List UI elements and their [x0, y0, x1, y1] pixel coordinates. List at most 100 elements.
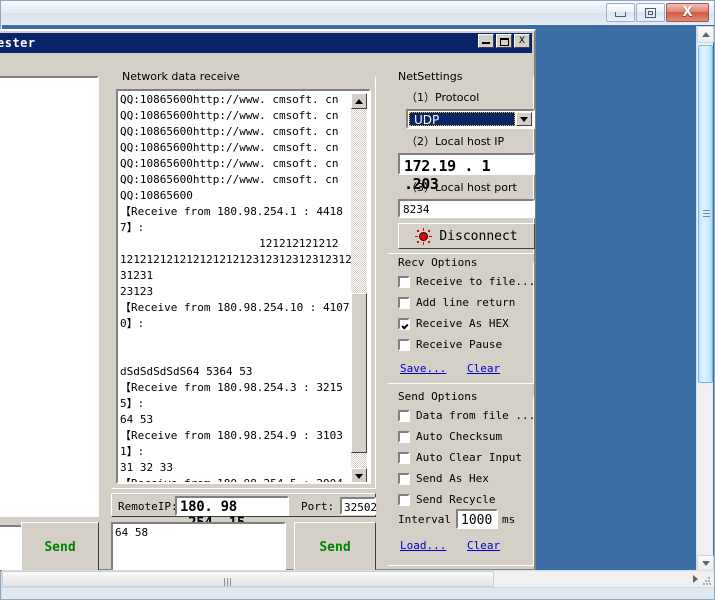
- recv-option-label: Receive to file...: [416, 275, 535, 288]
- recv-option-label: Add line return: [416, 296, 515, 309]
- minimize-icon: [615, 12, 626, 17]
- checkbox-icon[interactable]: [398, 276, 410, 288]
- local-host-ip-label: （2）Local host IP: [406, 133, 504, 149]
- checkbox-icon[interactable]: [398, 473, 410, 485]
- chevron-up-icon: [355, 99, 363, 104]
- disconnect-button-label: Disconnect: [439, 229, 517, 244]
- send-data-value: 64 58: [113, 524, 284, 539]
- send-option-send-as-hex[interactable]: Send As Hex: [398, 472, 489, 485]
- send-load-link[interactable]: Load...: [400, 539, 446, 552]
- scroll-grip-icon: [703, 210, 710, 218]
- recv-option-label: Receive As HEX: [416, 317, 509, 330]
- interval-value: 1000: [458, 511, 496, 528]
- recv-option-receive-as-hex[interactable]: Receive As HEX: [398, 317, 509, 330]
- recv-option-receive-pause[interactable]: Receive Pause: [398, 338, 502, 351]
- outer-minimize-button[interactable]: [606, 3, 635, 22]
- recv-save-link[interactable]: Save...: [400, 362, 446, 375]
- outer-window: X ester X d.: [0, 0, 715, 600]
- receive-textarea-content: QQ:10865600http://www. cmsoft. cn QQ:108…: [120, 92, 354, 484]
- send-options-group: Send Options Data from file ... Auto Che…: [387, 396, 534, 566]
- recv-options-group: Recv Options Receive to file... Add line…: [387, 262, 534, 384]
- close-icon: X: [519, 37, 525, 46]
- chevron-down-icon[interactable]: [516, 112, 532, 126]
- remote-address-bar: RemoteIP: 180. 98 .254. 15 Port: 32502: [111, 493, 376, 517]
- remote-port-value: 32502: [342, 499, 374, 514]
- app-maximize-button[interactable]: [496, 34, 512, 48]
- app-close-button[interactable]: X: [514, 34, 530, 48]
- local-host-port-value: 8234: [400, 201, 533, 216]
- protocol-selected-value: UDP: [409, 112, 515, 126]
- app-title: ester: [0, 36, 36, 50]
- outer-titlebar: X: [1, 1, 714, 26]
- chevron-down-icon: [702, 561, 710, 566]
- checkbox-icon[interactable]: [398, 297, 410, 309]
- app-window-controls: X: [478, 34, 530, 48]
- receive-scrollbar[interactable]: [351, 93, 367, 484]
- resize-grip-icon[interactable]: [703, 577, 711, 585]
- receive-scroll-down-button[interactable]: [351, 468, 367, 484]
- send-button-label: Send: [319, 540, 350, 555]
- outer-close-button[interactable]: X: [666, 3, 709, 22]
- checkbox-checked-icon[interactable]: [398, 318, 410, 330]
- protocol-label: （1）Protocol: [406, 89, 479, 105]
- remote-ip-label: RemoteIP:: [118, 500, 178, 513]
- outer-hscroll-thumb[interactable]: [2, 571, 494, 587]
- protocol-select[interactable]: UDP: [406, 109, 535, 129]
- app-minimize-button[interactable]: [478, 34, 494, 48]
- send-option-label: Send As Hex: [416, 472, 489, 485]
- outer-scroll-up-button[interactable]: [697, 26, 714, 43]
- checkbox-icon[interactable]: [398, 494, 410, 506]
- outer-window-controls: X: [606, 3, 709, 22]
- send-button[interactable]: Send: [294, 522, 376, 572]
- chevron-up-icon: [702, 32, 710, 37]
- maximize-icon: [645, 8, 656, 18]
- interval-input[interactable]: 1000: [456, 509, 498, 529]
- send-option-auto-clear-input[interactable]: Auto Clear Input: [398, 451, 522, 464]
- screen: X ester X d.: [0, 0, 715, 600]
- chevron-right-icon[interactable]: [693, 575, 698, 583]
- checkbox-icon[interactable]: [398, 452, 410, 464]
- interval-unit-label: ms: [502, 513, 515, 526]
- net-settings-title: NetSettings: [395, 70, 465, 83]
- recv-option-label: Receive Pause: [416, 338, 502, 351]
- connection-led-icon: [415, 228, 432, 245]
- send-clear-link[interactable]: Clear: [467, 539, 500, 552]
- local-host-port-label: （3）Local host port: [406, 179, 517, 195]
- net-settings-group: NetSettings （1）Protocol UDP （2）Local hos…: [387, 76, 534, 254]
- receive-scroll-thumb[interactable]: [351, 293, 367, 453]
- outer-horizontal-scrollbar[interactable]: [2, 570, 714, 587]
- outer-vertical-scrollbar[interactable]: [696, 26, 713, 572]
- remote-ip-input[interactable]: 180. 98 .254. 15: [175, 496, 289, 516]
- recv-clear-link[interactable]: Clear: [467, 362, 500, 375]
- remote-port-input[interactable]: 32502: [340, 497, 376, 515]
- scroll-grip-icon: [224, 576, 233, 584]
- receive-scroll-up-button[interactable]: [351, 93, 367, 109]
- local-host-port-input[interactable]: 8234: [398, 199, 535, 218]
- left-send-button[interactable]: Send: [21, 522, 99, 572]
- checkbox-icon[interactable]: [398, 410, 410, 422]
- checkbox-icon[interactable]: [398, 431, 410, 443]
- send-option-label: Data from file ...: [416, 409, 535, 422]
- outer-scroll-thumb[interactable]: [698, 45, 713, 383]
- receive-textarea[interactable]: QQ:10865600http://www. cmsoft. cn QQ:108…: [116, 89, 371, 484]
- network-data-receive-title: Network data receive: [119, 70, 243, 83]
- recv-option-add-line-return[interactable]: Add line return: [398, 296, 515, 309]
- local-host-ip-input[interactable]: 172.19 . 1 .203: [398, 153, 535, 175]
- send-option-auto-checksum[interactable]: Auto Checksum: [398, 430, 502, 443]
- recv-option-receive-to-file[interactable]: Receive to file...: [398, 275, 535, 288]
- outer-statusbar: [2, 587, 714, 599]
- send-option-label: Auto Clear Input: [416, 451, 522, 464]
- close-icon: X: [682, 6, 692, 19]
- disconnect-button[interactable]: Disconnect: [398, 223, 535, 249]
- left-list-panel[interactable]: [0, 76, 99, 517]
- send-option-label: Send Recycle: [416, 493, 495, 506]
- checkbox-icon[interactable]: [398, 339, 410, 351]
- interval-label: Interval: [398, 513, 451, 526]
- send-option-data-from-file[interactable]: Data from file ...: [398, 409, 535, 422]
- chevron-down-icon: [355, 474, 363, 479]
- app-titlebar[interactable]: ester X: [0, 33, 532, 53]
- send-data-input[interactable]: 64 58: [111, 522, 286, 572]
- outer-maximize-button[interactable]: [636, 3, 665, 22]
- send-option-send-recycle[interactable]: Send Recycle: [398, 493, 495, 506]
- left-send-button-label: Send: [44, 540, 75, 555]
